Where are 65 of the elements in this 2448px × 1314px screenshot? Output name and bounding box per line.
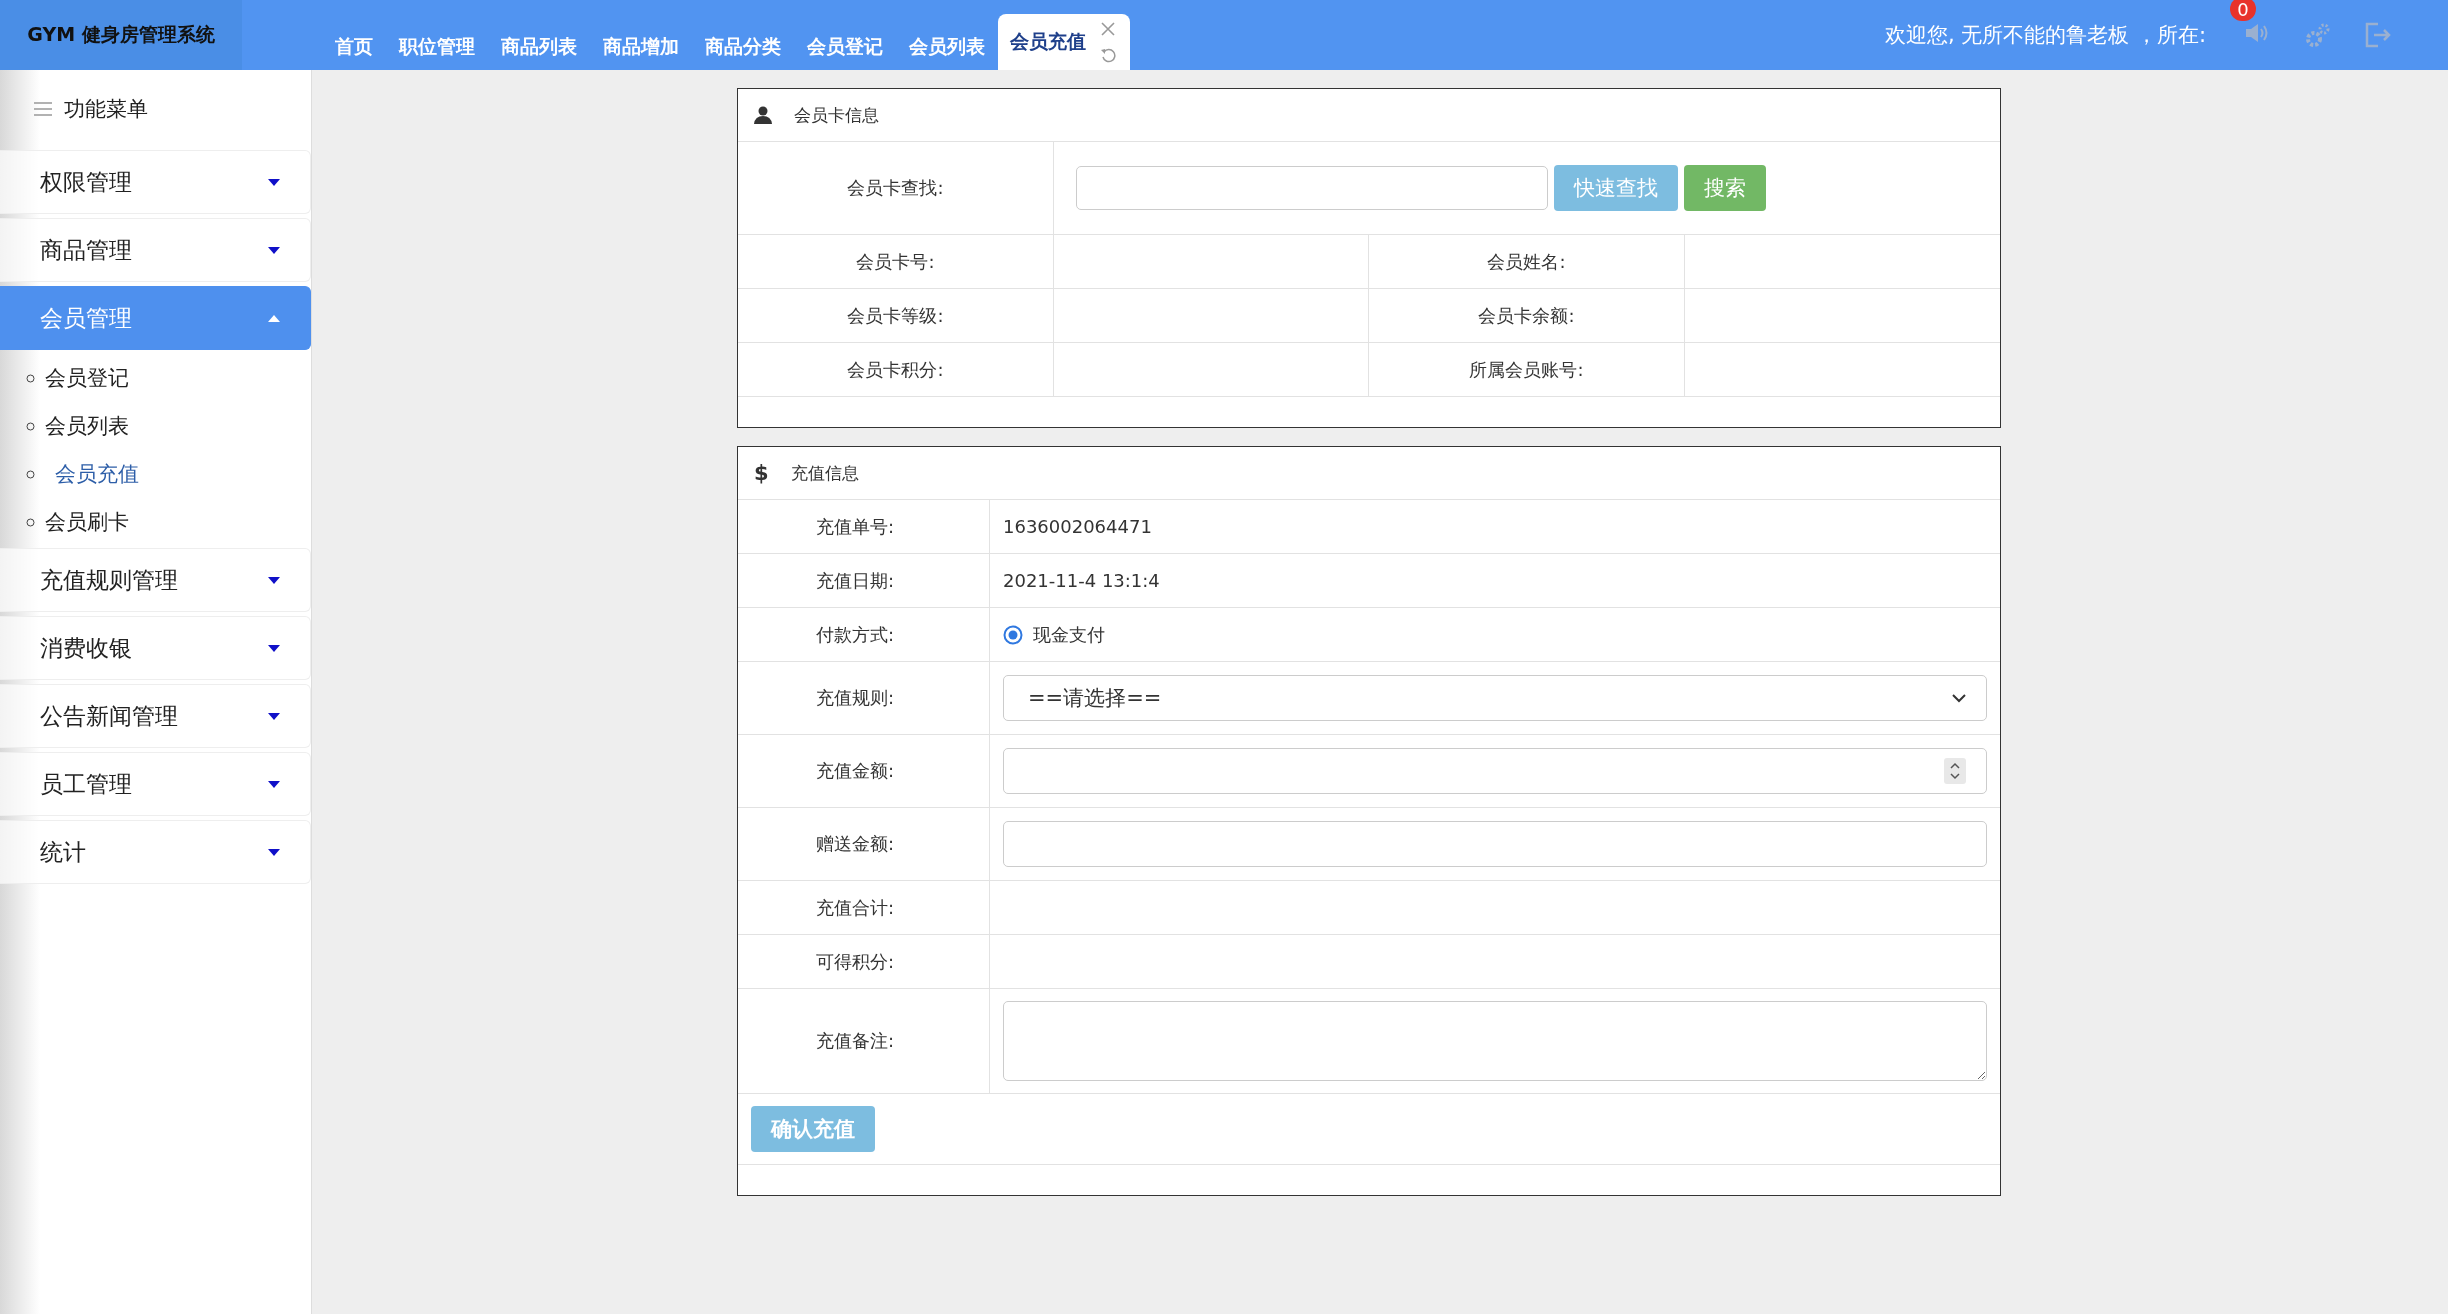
field-label: 会员卡等级: — [738, 289, 1054, 343]
field-label: 会员姓名: — [1369, 235, 1685, 289]
field-label: 充值单号: — [816, 514, 895, 539]
menu-group[interactable]: 员工管理 — [0, 752, 311, 816]
field-label: 赠送金额: — [816, 832, 895, 856]
gears-icon[interactable] — [2304, 22, 2332, 48]
user-icon — [754, 106, 772, 124]
menu-group[interactable]: 公告新闻管理 — [0, 684, 311, 748]
app-logo: GYM 健身房管理系统 — [0, 0, 242, 70]
submenu-item[interactable]: 会员刷卡 — [0, 498, 311, 546]
refresh-icon[interactable] — [1100, 47, 1116, 63]
field-label: 充值日期: — [816, 568, 895, 593]
speaker-icon[interactable] — [2244, 21, 2270, 45]
submenu-item[interactable]: 会员列表 — [0, 402, 311, 450]
menu-group[interactable]: 充值规则管理 — [0, 548, 311, 612]
rule-select[interactable]: ==请选择== — [1003, 675, 1987, 721]
submenu-item[interactable]: 会员登记 — [0, 354, 311, 402]
field-label: 付款方式: — [816, 622, 895, 647]
radio-option[interactable]: 现金支付 — [1003, 622, 1105, 647]
close-icon[interactable] — [1100, 21, 1116, 37]
bullet-icon — [26, 421, 35, 431]
menu-group[interactable]: 权限管理 — [0, 150, 311, 214]
bullet-icon — [26, 469, 35, 479]
field-label: 充值金额: — [816, 759, 895, 783]
caret-icon — [268, 848, 280, 856]
caret-icon — [268, 780, 280, 788]
menu-group[interactable]: 消费收银 — [0, 616, 311, 680]
field-label: 充值规则: — [816, 686, 895, 710]
menu-group[interactable]: 商品管理 — [0, 218, 311, 282]
dollar-icon: $ — [754, 461, 769, 485]
field-label: 充值合计: — [816, 895, 895, 920]
submenu-item[interactable]: 会员充值 — [0, 450, 311, 498]
field-label: 所属会员账号: — [1369, 343, 1685, 397]
nav-tab[interactable]: 会员充值 — [998, 14, 1130, 70]
amount-field[interactable] — [1003, 748, 1987, 794]
caret-icon — [268, 644, 280, 652]
menu-icon — [34, 102, 52, 116]
field-label: 会员卡余额: — [1369, 289, 1685, 343]
panel-title: 会员卡信息 — [794, 103, 879, 127]
sidebar-title: 功能菜单 — [64, 96, 148, 123]
field-label: 会员卡查找: — [738, 142, 1054, 234]
notification-badge: 0 — [2230, 0, 2256, 21]
menu-group[interactable]: 统计 — [0, 820, 311, 884]
spinner-icon[interactable] — [1944, 758, 1966, 784]
field-label: 可得积分: — [816, 949, 895, 974]
caret-icon — [268, 314, 280, 322]
remark-field[interactable] — [1003, 1001, 1987, 1081]
welcome-text: 欢迎您, 无所不能的鲁老板 ，所在: — [1884, 22, 2206, 49]
bullet-icon — [26, 517, 35, 527]
bullet-icon — [26, 373, 35, 383]
caret-icon — [268, 576, 280, 584]
field-value: 1636002064471 — [1003, 516, 1152, 537]
caret-icon — [268, 246, 280, 254]
caret-icon — [268, 712, 280, 720]
radio-icon[interactable] — [1003, 624, 1023, 645]
search-field[interactable] — [1076, 166, 1548, 210]
field-label: 充值备注: — [816, 1029, 895, 1053]
bonus-field[interactable] — [1003, 821, 1987, 867]
caret-icon — [268, 178, 280, 186]
field-value: 2021-11-4 13:1:4 — [1003, 570, 1160, 591]
field-label: 会员卡号: — [738, 235, 1054, 289]
panel-title: 充值信息 — [790, 461, 859, 485]
field-label: 会员卡积分: — [738, 343, 1054, 397]
chevron-icon — [1952, 693, 1966, 703]
logout-icon[interactable] — [2364, 21, 2392, 49]
